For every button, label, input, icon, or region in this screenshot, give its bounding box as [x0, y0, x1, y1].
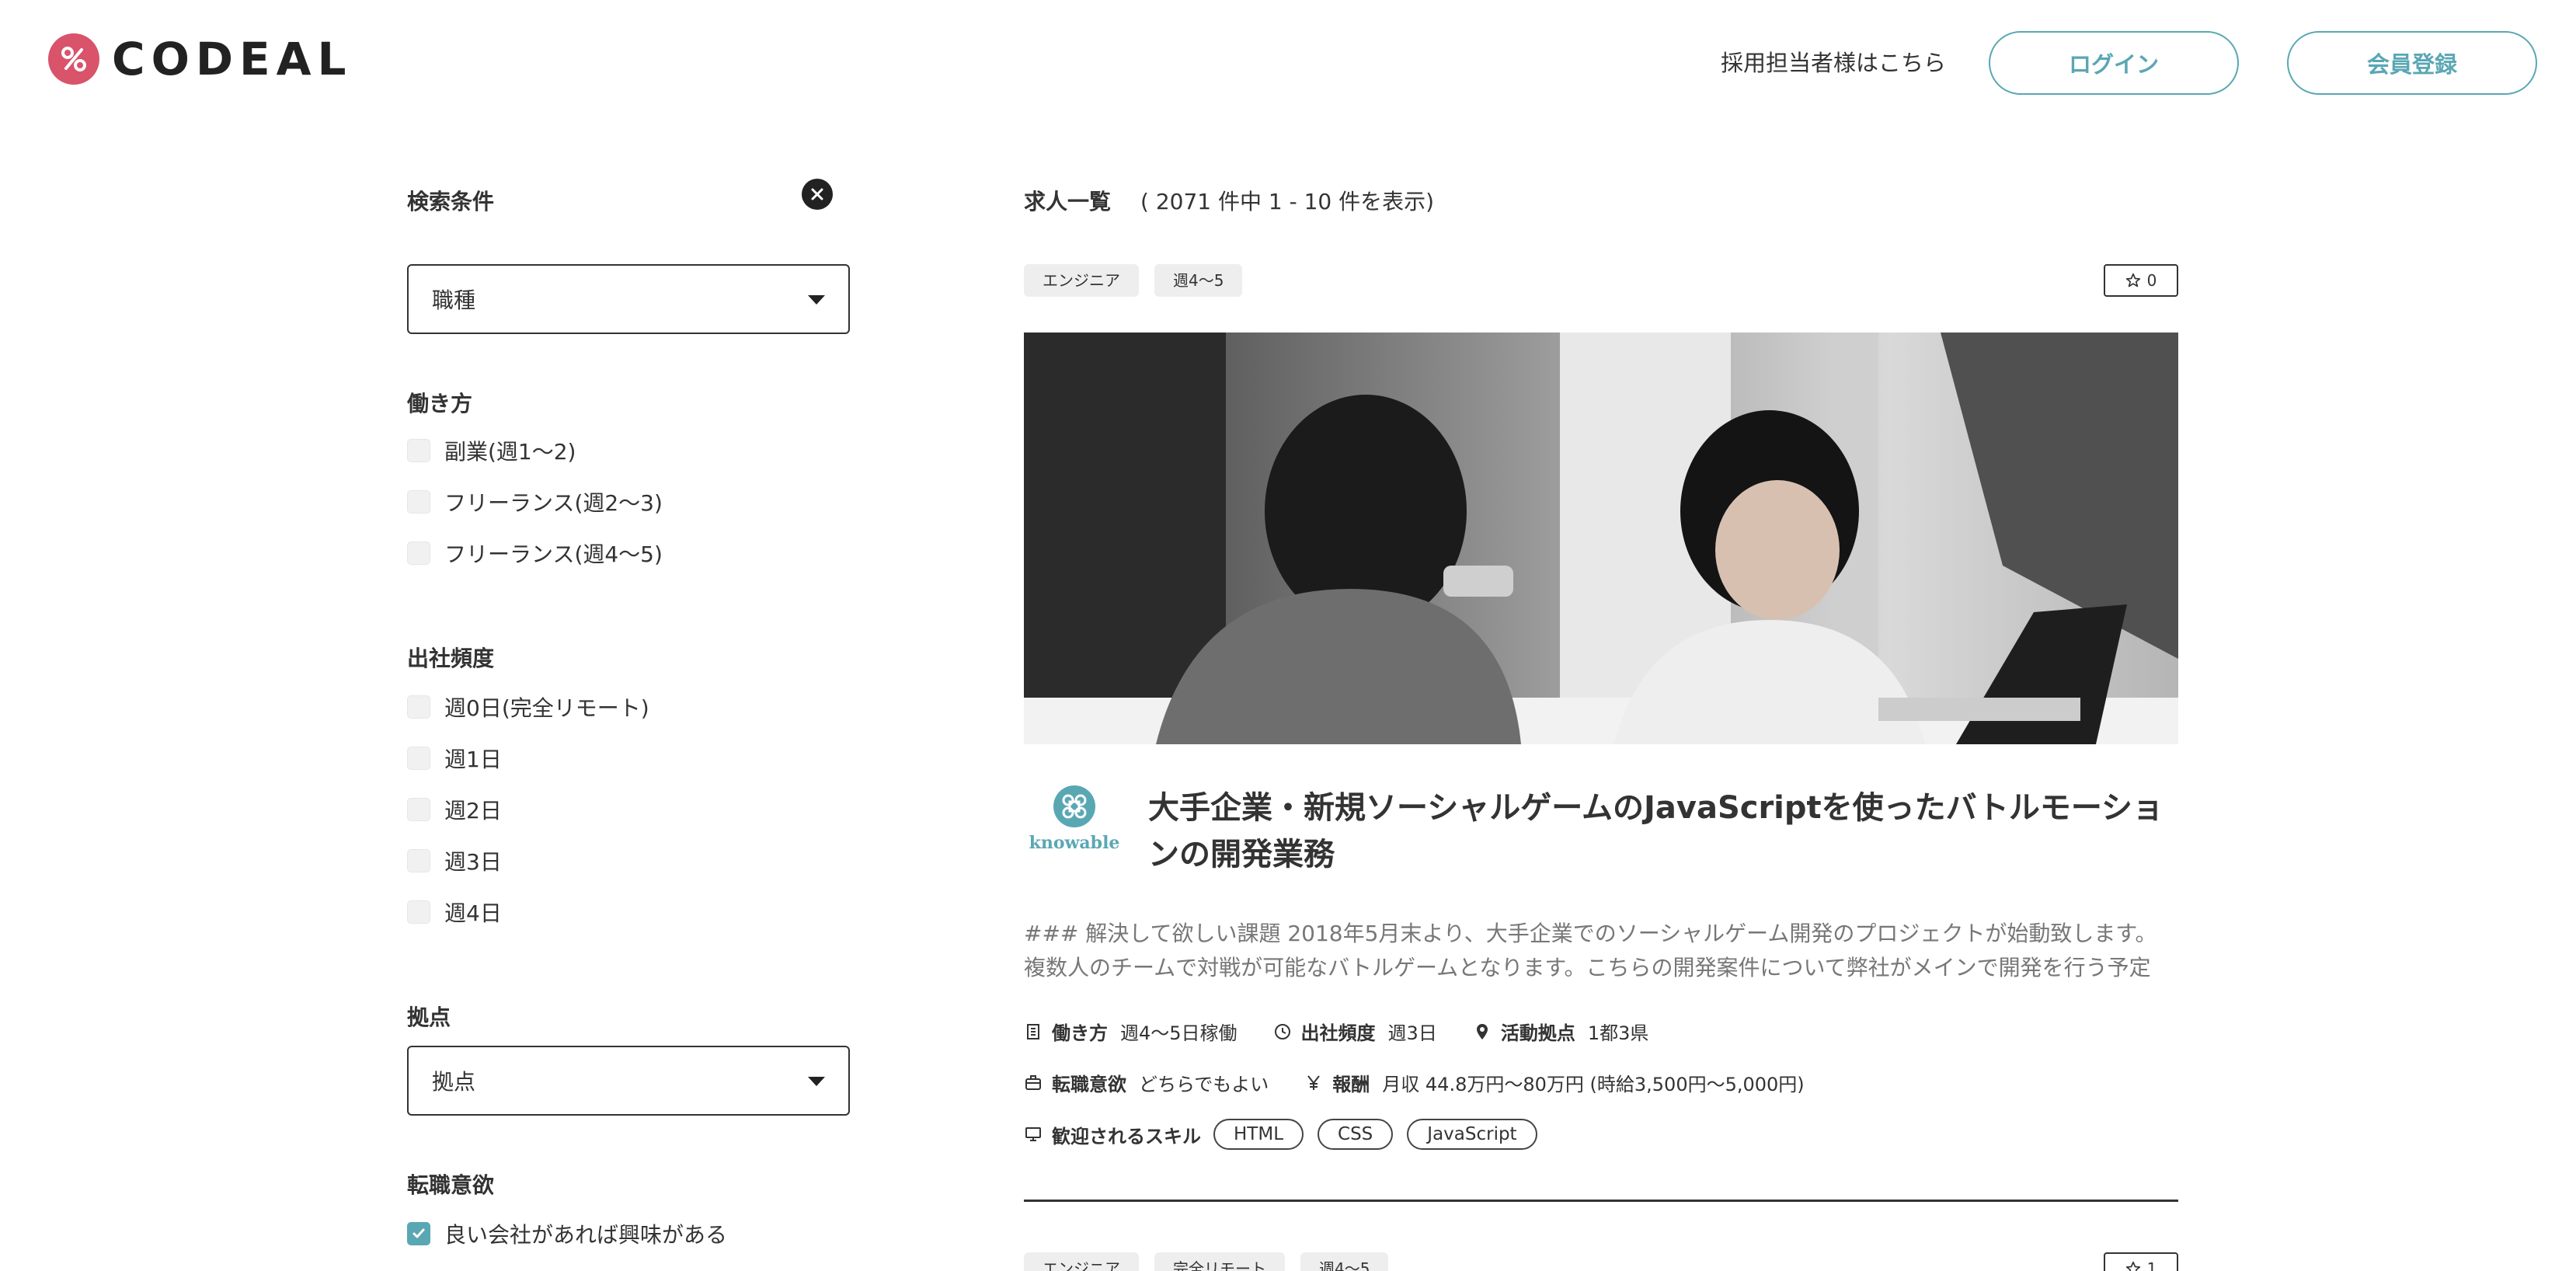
checkbox-checked[interactable] [407, 1222, 430, 1245]
meta-job-change: 転職意欲 どちらでもよい [1024, 1069, 1269, 1096]
job-skills-row: 歓迎されるスキル HTML CSS JavaScript [1024, 1119, 1551, 1150]
attendance-option[interactable]: 週1日 [407, 743, 502, 774]
favorite-button[interactable]: 1 [2104, 1252, 2178, 1271]
yen-icon [1307, 1074, 1321, 1090]
meta-label: 働き方 [1052, 1022, 1108, 1044]
checkbox[interactable] [407, 798, 430, 821]
site-header: CODEAL 採用担当者様はこちら ログイン 会員登録 [0, 0, 2576, 124]
meta-value: 月収 44.8万円〜80万円 (時給3,500円〜5,000円) [1382, 1074, 1805, 1095]
meta-label: 出社頻度 [1300, 1022, 1376, 1044]
job-description: ### 解決して欲しい課題 2018年5月末より、大手企業でのソーシャルゲーム開… [1024, 921, 2157, 980]
skill-tag[interactable]: HTML [1213, 1119, 1304, 1150]
chevron-down-icon [808, 1077, 825, 1086]
recruiter-link[interactable]: 採用担当者様はこちら [1721, 45, 1946, 78]
job-tags: エンジニア 週4〜5 [1024, 264, 1258, 297]
favorite-button[interactable]: 0 [2104, 264, 2178, 297]
favorite-count: 0 [2146, 271, 2157, 290]
meta-value: 週3日 [1387, 1022, 1437, 1044]
job-tag: 週4〜5 [1154, 264, 1243, 297]
chevron-down-icon [808, 295, 825, 305]
work-style-option[interactable]: 副業(週1〜2) [407, 435, 576, 466]
meta-label: 活動拠点 [1500, 1022, 1575, 1044]
skill-tag[interactable]: JavaScript [1407, 1119, 1537, 1150]
attendance-option[interactable]: 週2日 [407, 794, 502, 825]
meta-skills: 歓迎されるスキル [1024, 1121, 1201, 1148]
building-icon [1027, 1023, 1039, 1039]
checkbox-label: 週0日(完全リモート) [444, 695, 649, 721]
job-tag: 週4〜5 [1300, 1252, 1389, 1271]
job-tag: エンジニア [1024, 1252, 1139, 1271]
company-logo[interactable]: knowable [1024, 785, 1125, 862]
checkbox-label: 副業(週1〜2) [444, 439, 576, 465]
card-divider [1024, 1200, 2178, 1202]
attendance-option[interactable]: 週0日(完全リモート) [407, 691, 649, 723]
attendance-option[interactable]: 週3日 [407, 845, 502, 876]
checkbox-label: 良い会社があれば興味がある [444, 1222, 728, 1248]
meta-base: 活動拠点 1都3県 [1473, 1018, 1649, 1045]
company-name: knowable [1029, 833, 1120, 853]
result-count: ( 2071 件中 1 - 10 件を表示) [1140, 189, 1435, 214]
job-change-option[interactable]: 良い会社があれば興味がある [407, 1218, 727, 1249]
job-tag: 完全リモート [1154, 1252, 1285, 1271]
job-title[interactable]: 大手企業・新規ソーシャルゲームのJavaScriptを使ったバトルモーションの開… [1148, 785, 2178, 878]
checkbox[interactable] [407, 747, 430, 770]
work-style-option[interactable]: フリーランス(週2〜3) [407, 486, 663, 517]
attendance-option[interactable]: 週4日 [407, 897, 502, 928]
meta-value: 週4〜5日稼働 [1120, 1022, 1238, 1044]
skill-tag[interactable]: CSS [1318, 1119, 1394, 1150]
briefcase-icon [1025, 1074, 1041, 1090]
base-select-value: 拠点 [432, 1069, 476, 1095]
logo-text: CODEAL [112, 33, 353, 85]
checkbox-label: 週2日 [444, 798, 502, 824]
meta-value: どちらでもよい [1139, 1074, 1269, 1095]
job-tags: エンジニア 完全リモート 週4〜5 [1024, 1252, 1404, 1271]
clear-icon[interactable] [802, 179, 833, 210]
clock-icon [1274, 1023, 1290, 1039]
star-icon [2125, 273, 2140, 287]
star-icon [2125, 1261, 2140, 1271]
job-photo[interactable] [1024, 333, 2178, 744]
favorite-count: 1 [2146, 1259, 2157, 1271]
checkbox[interactable] [407, 695, 430, 719]
attendance-label: 出社頻度 [407, 646, 495, 671]
meta-work-style: 働き方 週4〜5日稼働 [1024, 1018, 1238, 1045]
codeal-logo[interactable]: CODEAL [48, 33, 352, 85]
meta-reward: 報酬 月収 44.8万円〜80万円 (時給3,500円〜5,000円) [1304, 1069, 1805, 1096]
job-meta-row: 働き方 週4〜5日稼働 出社頻度 週3日 活動拠点 1都3県 [1024, 1018, 1684, 1045]
job-tag: エンジニア [1024, 264, 1139, 297]
percent-logo-icon [48, 33, 99, 85]
checkbox-label: フリーランス(週4〜5) [444, 541, 663, 567]
check-icon [413, 1228, 425, 1238]
base-label: 拠点 [407, 1005, 451, 1030]
meta-label: 歓迎されるスキル [1052, 1125, 1201, 1147]
search-conditions-title: 検索条件 [407, 189, 495, 214]
base-select[interactable]: 拠点 [407, 1046, 850, 1116]
checkbox[interactable] [407, 490, 430, 514]
company-logo-icon [1053, 785, 1095, 827]
job-type-select-value: 職種 [432, 287, 476, 313]
meta-label: 報酬 [1332, 1074, 1370, 1095]
meta-attendance: 出社頻度 週3日 [1273, 1018, 1437, 1045]
map-pin-icon [1476, 1023, 1488, 1039]
checkbox-label: フリーランス(週2〜3) [444, 490, 663, 516]
checkbox-label: 週4日 [444, 900, 502, 926]
job-meta-row: 転職意欲 どちらでもよい 報酬 月収 44.8万円〜80万円 (時給3,500円… [1024, 1069, 1840, 1096]
checkbox[interactable] [407, 849, 430, 872]
login-button[interactable]: ログイン [1989, 31, 2239, 95]
job-type-select[interactable]: 職種 [407, 264, 850, 334]
meta-label: 転職意欲 [1052, 1074, 1126, 1095]
meta-value: 1都3県 [1587, 1022, 1649, 1044]
register-button[interactable]: 会員登録 [2287, 31, 2537, 95]
checkbox-label: 週1日 [444, 747, 502, 772]
list-title: 求人一覧 [1024, 189, 1112, 214]
job-change-label: 転職意欲 [407, 1172, 495, 1198]
work-style-option[interactable]: フリーランス(週4〜5) [407, 538, 663, 569]
checkbox[interactable] [407, 439, 430, 462]
checkbox[interactable] [407, 541, 430, 565]
checkbox-label: 週3日 [444, 849, 502, 875]
monitor-icon [1025, 1127, 1041, 1141]
work-style-label: 働き方 [407, 391, 473, 416]
list-header: 求人一覧 ( 2071 件中 1 - 10 件を表示) [1024, 185, 1434, 216]
checkbox[interactable] [407, 900, 430, 924]
